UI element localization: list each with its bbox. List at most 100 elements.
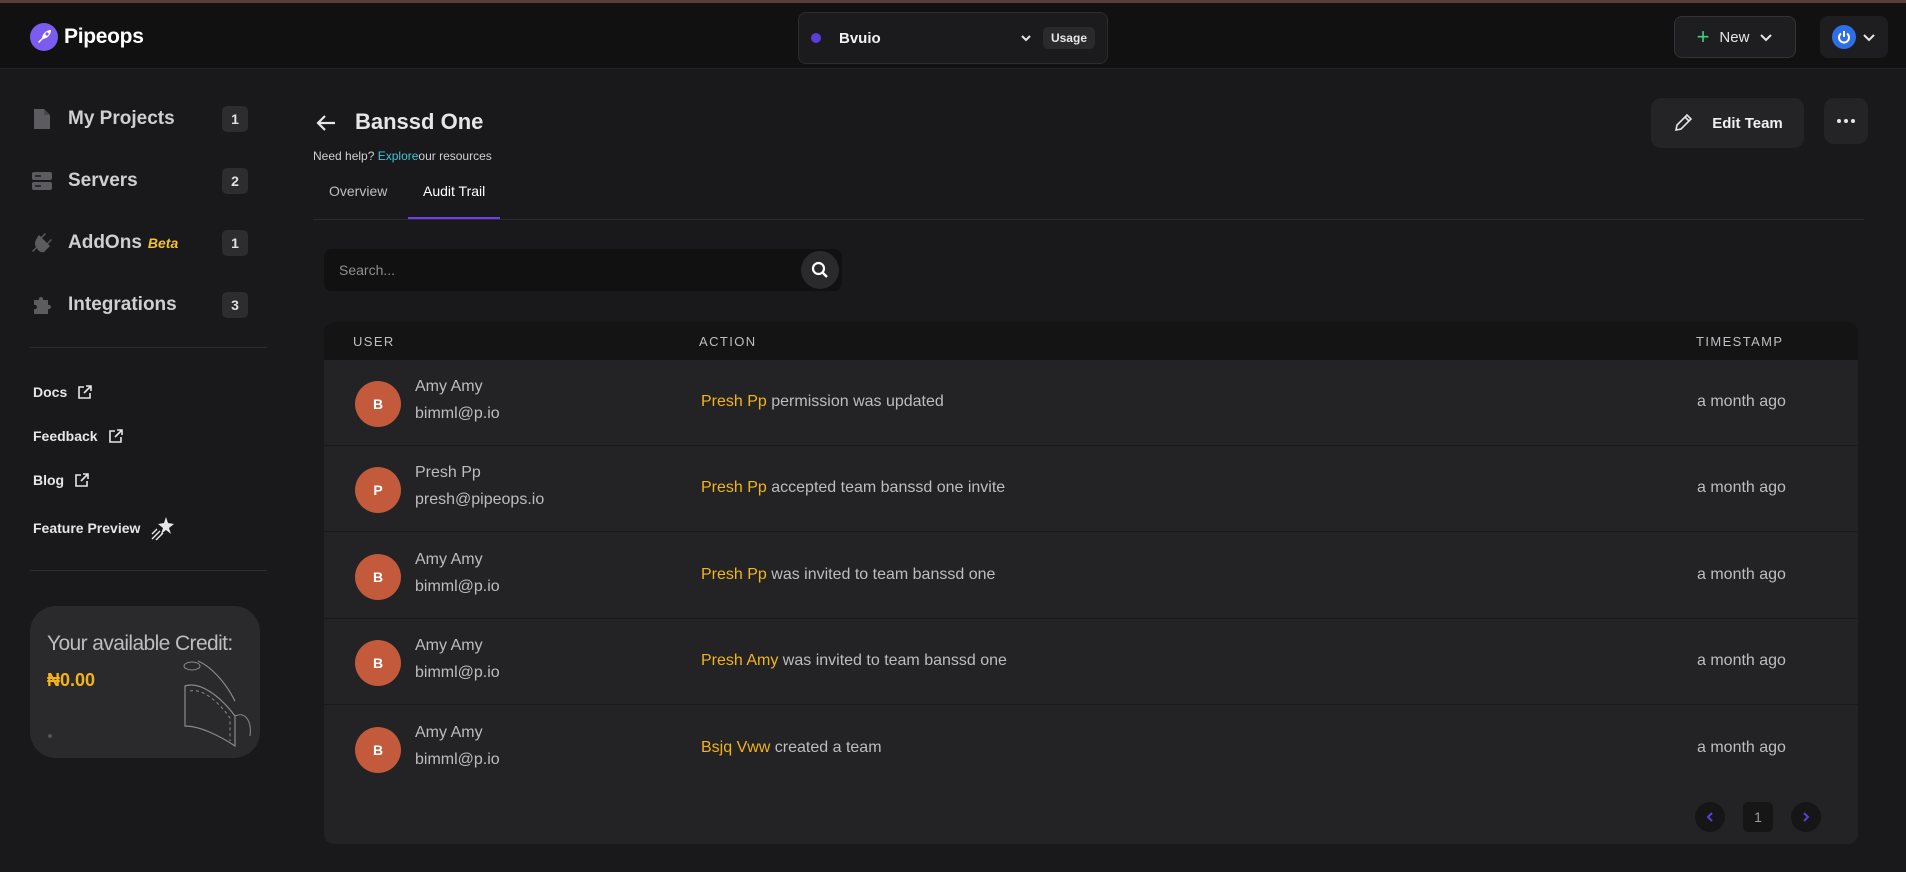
sidebar-item-label: Servers bbox=[68, 170, 138, 191]
link-label: Blog bbox=[33, 472, 65, 488]
new-button[interactable]: + New bbox=[1674, 16, 1796, 58]
timestamp: a month ago bbox=[1697, 393, 1786, 410]
page-number[interactable]: 1 bbox=[1743, 802, 1773, 832]
puzzle-icon bbox=[30, 293, 54, 317]
search-bar bbox=[324, 249, 842, 291]
pencil-icon bbox=[1675, 113, 1693, 132]
action-description: accepted team banssd one invite bbox=[766, 479, 1006, 496]
sidebar-item-my-projects[interactable]: My Projects 1 bbox=[30, 99, 250, 139]
workspace-name: Bvuio bbox=[839, 29, 881, 47]
table-row[interactable]: B Amy Amy bimml@p.io Presh Pp was invite… bbox=[324, 533, 1858, 619]
beta-badge: Beta bbox=[147, 235, 179, 251]
edit-team-button[interactable]: Edit Team bbox=[1651, 98, 1804, 148]
previous-page-button[interactable] bbox=[1695, 802, 1725, 832]
link-label: Feature Preview bbox=[33, 520, 141, 536]
file-icon bbox=[30, 107, 54, 131]
table-row[interactable]: B Amy Amy bimml@p.io Presh Amy was invit… bbox=[324, 619, 1858, 705]
external-link-icon bbox=[78, 385, 93, 399]
table-row[interactable]: P Presh Pp presh@pipeops.io Presh Pp acc… bbox=[324, 446, 1858, 532]
sidebar-item-label: Integrations bbox=[68, 294, 177, 315]
table-header: USER ACTION TIMESTAMP bbox=[324, 322, 1858, 360]
explore-link[interactable]: Explore bbox=[378, 149, 419, 163]
user-name: Amy Amy bbox=[415, 724, 483, 741]
action-text: Bsjq Vww created a team bbox=[701, 739, 882, 757]
table-row[interactable]: B Amy Amy bimml@p.io Presh Pp permission… bbox=[324, 360, 1858, 446]
count-badge: 2 bbox=[222, 168, 248, 194]
count-badge: 1 bbox=[222, 106, 248, 132]
sidebar-item-label: AddOns bbox=[68, 232, 142, 253]
action-description: was invited to team banssd one bbox=[778, 652, 1007, 669]
action-text: Presh Pp permission was updated bbox=[701, 393, 944, 411]
column-header-timestamp: TIMESTAMP bbox=[1696, 334, 1784, 349]
workspace-selector[interactable]: Bvuio Usage bbox=[798, 12, 1108, 64]
avatar: B bbox=[355, 381, 401, 427]
top-header: Pipeops Bvuio Usage + New bbox=[0, 3, 1906, 69]
action-text: Presh Pp accepted team banssd one invite bbox=[701, 479, 1005, 497]
sidebar-item-addons[interactable]: AddOns Beta 1 bbox=[30, 223, 250, 263]
count-badge: 1 bbox=[222, 230, 248, 256]
tabs-divider bbox=[313, 219, 1864, 220]
app-logo[interactable]: Pipeops bbox=[30, 23, 144, 51]
sidebar-item-servers[interactable]: Servers 2 bbox=[30, 161, 250, 201]
action-description: permission was updated bbox=[766, 393, 944, 410]
app-name: Pipeops bbox=[64, 25, 144, 48]
credit-value: ₦0.00 bbox=[47, 670, 96, 690]
chevron-right-icon bbox=[1803, 812, 1810, 822]
search-button[interactable] bbox=[801, 251, 839, 289]
more-horizontal-icon bbox=[1837, 119, 1855, 123]
help-prefix: Need help? bbox=[313, 149, 378, 163]
user-email: bimml@p.io bbox=[415, 751, 500, 768]
column-header-action: ACTION bbox=[699, 334, 757, 349]
timestamp: a month ago bbox=[1697, 652, 1786, 669]
more-options-button[interactable] bbox=[1824, 98, 1868, 144]
user-name: Amy Amy bbox=[415, 551, 483, 568]
column-header-user: USER bbox=[353, 334, 395, 349]
plus-icon: + bbox=[1696, 24, 1710, 49]
page-title: Banssd One bbox=[355, 109, 484, 134]
link-label: Docs bbox=[33, 384, 68, 400]
sidebar-link-blog[interactable]: Blog bbox=[33, 472, 90, 488]
chevron-down-icon bbox=[1863, 34, 1875, 42]
profile-menu-button[interactable] bbox=[1820, 16, 1888, 58]
user-name: Amy Amy bbox=[415, 637, 483, 654]
chevron-left-icon bbox=[1706, 812, 1713, 822]
help-text: Need help? Exploreour resources bbox=[313, 149, 492, 163]
action-description: was invited to team banssd one bbox=[766, 566, 996, 583]
action-description: created a team bbox=[770, 739, 882, 756]
sidebar-item-label: My Projects bbox=[68, 108, 175, 129]
tab-overview[interactable]: Overview bbox=[314, 183, 402, 219]
sidebar-link-feedback[interactable]: Feedback bbox=[33, 428, 124, 444]
decorative-dot bbox=[48, 734, 52, 738]
usage-button[interactable]: Usage bbox=[1042, 27, 1095, 49]
sidebar-link-feature-preview[interactable]: Feature Preview bbox=[33, 515, 176, 541]
timestamp: a month ago bbox=[1697, 479, 1786, 496]
sidebar-link-docs[interactable]: Docs bbox=[33, 384, 93, 400]
avatar: B bbox=[355, 640, 401, 686]
next-page-button[interactable] bbox=[1791, 802, 1821, 832]
workspace-dot-icon bbox=[811, 33, 821, 43]
action-actor: Presh Pp bbox=[701, 393, 767, 410]
table-row[interactable]: B Amy Amy bimml@p.io Bsjq Vww created a … bbox=[324, 706, 1858, 792]
server-icon bbox=[30, 169, 54, 193]
avatar: B bbox=[355, 727, 401, 773]
back-arrow-icon[interactable] bbox=[313, 110, 339, 136]
sidebar-divider bbox=[30, 347, 267, 348]
chevron-down-icon bbox=[1021, 35, 1031, 42]
chevron-down-icon bbox=[1760, 34, 1773, 42]
search-input[interactable] bbox=[339, 262, 801, 278]
plug-icon bbox=[30, 231, 54, 255]
power-avatar-icon bbox=[1832, 25, 1856, 49]
sidebar-item-integrations[interactable]: Integrations 3 bbox=[30, 285, 250, 325]
avatar: P bbox=[355, 467, 401, 513]
tab-audit-trail[interactable]: Audit Trail bbox=[408, 183, 501, 219]
search-icon bbox=[811, 261, 828, 278]
action-actor: Presh Pp bbox=[701, 566, 767, 583]
user-email: bimml@p.io bbox=[415, 405, 500, 422]
link-label: Feedback bbox=[33, 428, 98, 444]
user-email: bimml@p.io bbox=[415, 578, 500, 595]
audit-trail-table: USER ACTION TIMESTAMP B Amy Amy bimml@p.… bbox=[324, 322, 1858, 844]
rocket-icon bbox=[30, 23, 58, 51]
user-email: bimml@p.io bbox=[415, 664, 500, 681]
new-label: New bbox=[1719, 28, 1750, 46]
credit-title: Your available Credit: bbox=[47, 632, 233, 655]
